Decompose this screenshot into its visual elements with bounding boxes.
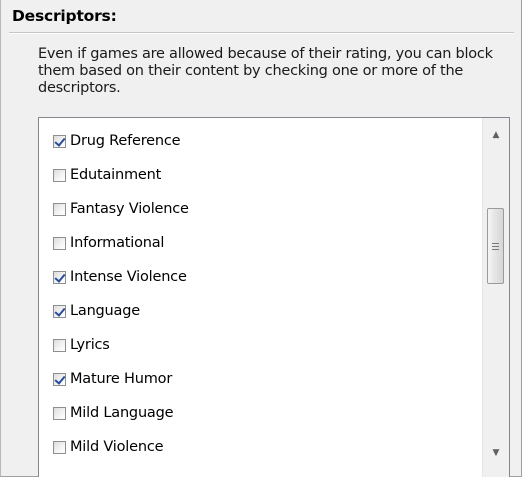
descriptor-item[interactable]: Edutainment <box>53 165 161 185</box>
checkbox-unchecked[interactable] <box>53 236 66 250</box>
vertical-scrollbar[interactable]: ▲ ▼ <box>482 118 509 477</box>
descriptor-item[interactable]: Mild Language <box>53 403 174 423</box>
descriptors-listbox[interactable]: Drug Reference Edutainment Fantasy Violenc… <box>38 117 510 477</box>
section-heading: Descriptors: <box>12 7 117 25</box>
heading-divider <box>9 32 514 33</box>
scrollbar-thumb[interactable] <box>487 208 504 284</box>
descriptor-item[interactable]: Lyrics <box>53 335 110 355</box>
checkbox-checked[interactable] <box>53 270 66 284</box>
grip-icon <box>492 242 499 250</box>
descriptor-item[interactable]: Fantasy Violence <box>53 199 189 219</box>
checkbox-unchecked[interactable] <box>53 202 66 216</box>
descriptor-item[interactable]: Mild Violence <box>53 437 164 457</box>
descriptor-label: Mature Humor <box>70 371 173 387</box>
descriptor-label: Intense Violence <box>70 269 187 285</box>
descriptor-label: Language <box>70 303 140 319</box>
descriptor-label: Fantasy Violence <box>70 201 189 217</box>
checkbox-unchecked[interactable] <box>53 440 66 454</box>
section-description: Even if games are allowed because of the… <box>38 46 493 96</box>
descriptor-item[interactable]: Language <box>53 301 140 321</box>
descriptors-panel: Descriptors: Even if games are allowed b… <box>0 0 522 477</box>
descriptors-list: Drug Reference Edutainment Fantasy Violenc… <box>39 118 481 477</box>
descriptor-item[interactable]: Intense Violence <box>53 267 187 287</box>
descriptor-item[interactable]: Mature Humor <box>53 369 172 389</box>
descriptor-item[interactable]: Drug Reference <box>53 131 181 151</box>
checkbox-checked[interactable] <box>53 134 66 148</box>
descriptor-label: Edutainment <box>70 167 162 183</box>
descriptor-item[interactable]: Informational <box>53 233 164 253</box>
scroll-up-arrow-icon[interactable]: ▲ <box>483 124 509 146</box>
descriptor-label: Mild Violence <box>70 439 164 455</box>
descriptor-label: Drug Reference <box>70 133 181 149</box>
checkbox-checked[interactable] <box>53 372 66 386</box>
descriptor-label: Lyrics <box>70 337 110 353</box>
checkbox-checked[interactable] <box>53 304 66 318</box>
scroll-down-arrow-icon[interactable]: ▼ <box>483 442 509 464</box>
checkbox-unchecked[interactable] <box>53 406 66 420</box>
checkbox-unchecked[interactable] <box>53 168 66 182</box>
descriptor-label: Informational <box>70 235 165 251</box>
descriptor-label: Mild Language <box>70 405 174 421</box>
checkbox-unchecked[interactable] <box>53 338 66 352</box>
